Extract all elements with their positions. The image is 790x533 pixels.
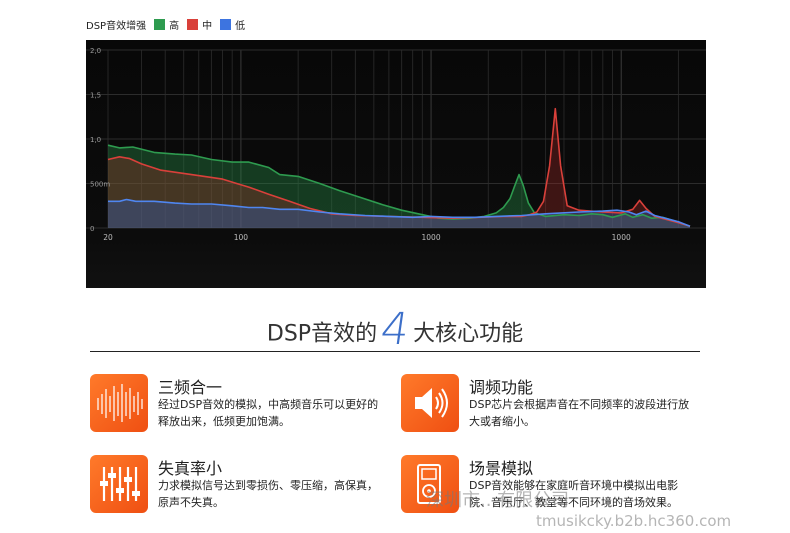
heading-number: 4 [377,304,413,355]
heading-text-before: DSP音效的 [266,321,378,347]
y-tick-label: 2,0 [90,47,101,55]
chart-legend: DSP音效增强 高 中 低 [86,15,245,33]
feature-title: 三频合一 [158,378,223,397]
feature-low-distortion: 失真率小 力求模拟信号达到零损伤、零压缩，高保真，原声不失真。 [90,455,390,517]
x-tick-label: 100 [234,233,249,242]
feature-description: DSP芯片会根据声音在不同频率的波段进行放大或者缩小。 [469,398,690,428]
x-tick-label: 20 [103,233,113,242]
x-tick-label: 1000 [612,233,631,242]
feature-title: 场景模拟 [469,459,534,478]
legend-swatch-mid [187,18,199,30]
frequency-response-chart: 0 500m 1,0 1,5 2,0 20 100 1000 1000 [86,40,706,288]
feature-title: 调频功能 [469,378,534,397]
section-heading: DSP音效的4大核心功能 [0,304,790,355]
chart-title: DSP音效增强 [86,20,147,32]
legend-item-low: 低 [220,17,245,32]
feature-description: 力求模拟信号达到零损伤、零压缩，高保真，原声不失真。 [158,479,378,509]
equalizer-sliders-icon [90,455,148,513]
watermark-company: 深圳市...有限公司 [426,490,570,511]
legend-swatch-low [220,18,232,30]
y-tick-label: 0 [90,225,94,233]
y-tick-label: 500m [90,181,110,189]
y-tick-label: 1,5 [90,92,101,100]
legend-label-high: 高 [169,20,180,32]
feature-description: 经过DSP音效的模拟，中高频音乐可以更好的释放出来，低频更加饱满。 [158,398,379,428]
heading-divider [90,351,700,352]
heading-text-after: 大核心功能 [413,321,524,347]
y-tick-label: 1,0 [90,136,101,144]
x-tick-label: 1000 [422,233,441,242]
legend-label-mid: 中 [202,20,213,32]
waveform-icon [90,374,148,432]
feature-tuning: 调频功能 DSP芯片会根据声音在不同频率的波段进行放大或者缩小。 [401,374,701,436]
legend-item-mid: 中 [187,17,212,32]
feature-title: 失真率小 [158,459,223,478]
watermark-url: tmusikcky.b2b.hc360.com [536,512,732,530]
legend-item-high: 高 [154,17,179,32]
legend-label-low: 低 [235,20,246,32]
legend-swatch-high [154,18,166,30]
speaker-icon [401,374,459,432]
feature-three-band: 三频合一 经过DSP音效的模拟，中高频音乐可以更好的释放出来，低频更加饱满。 [90,374,390,436]
